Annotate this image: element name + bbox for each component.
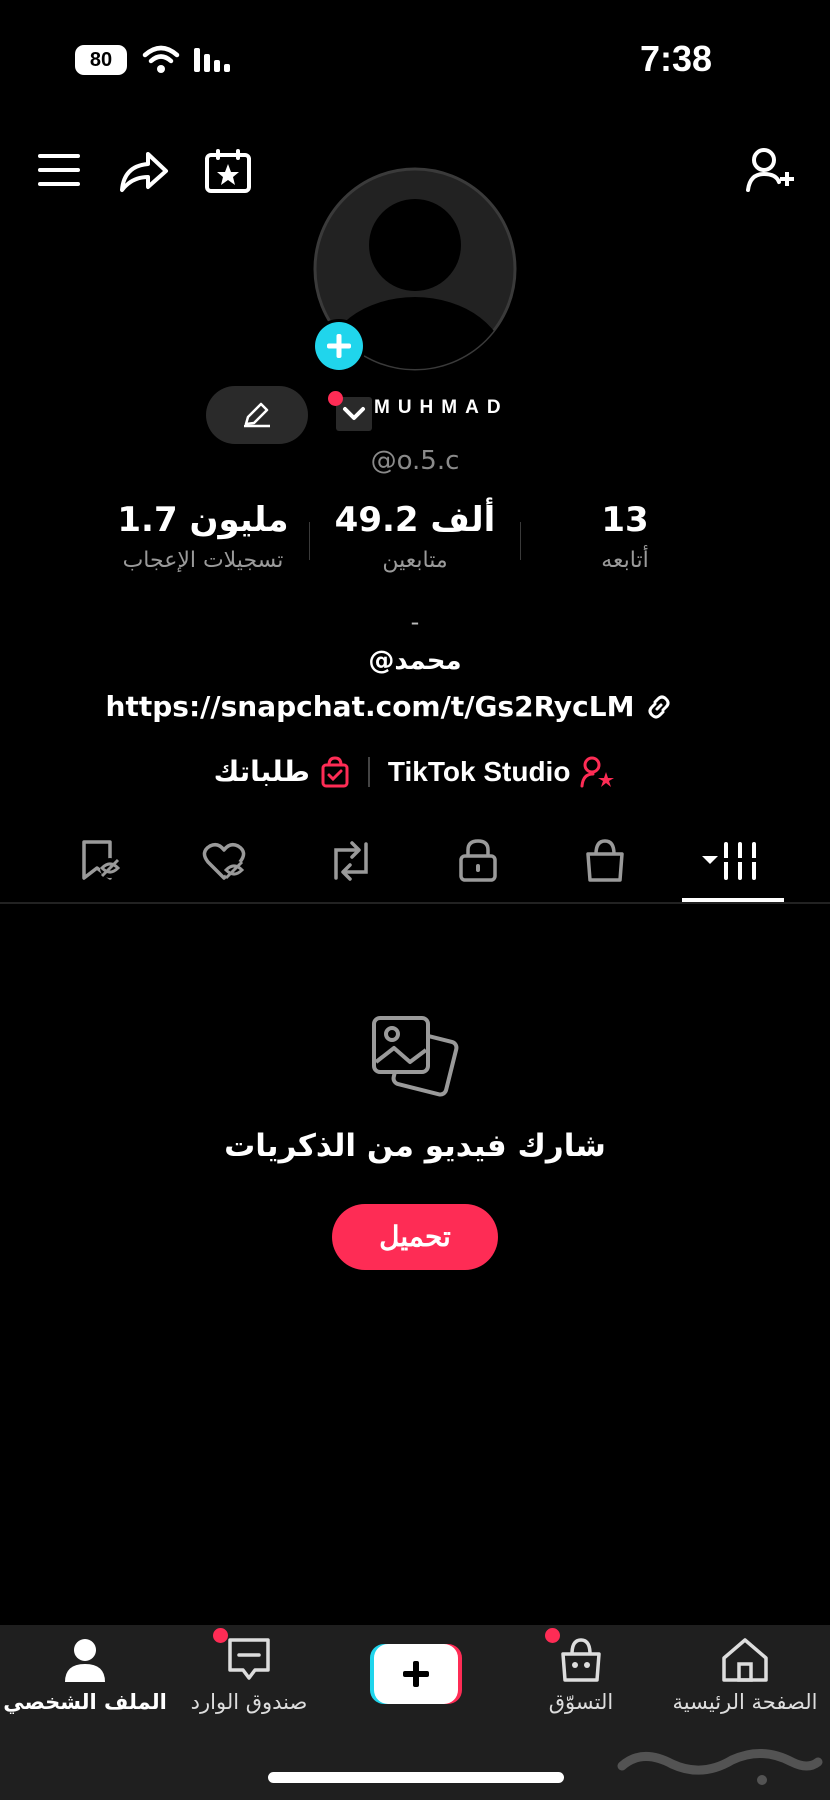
bio-link-text[interactable]: https://snapchat.com/t/Gs2RycLM bbox=[106, 690, 635, 723]
tab-private[interactable] bbox=[458, 838, 498, 882]
watermark-logo bbox=[612, 1738, 826, 1788]
shop-notification-dot bbox=[545, 1628, 560, 1643]
stat-following-label: أتابعه bbox=[601, 548, 649, 573]
photos-icon bbox=[370, 1014, 462, 1106]
wifi-icon bbox=[142, 44, 180, 74]
link-icon bbox=[644, 692, 674, 722]
lock-icon bbox=[459, 839, 497, 882]
edit-profile-button[interactable] bbox=[206, 386, 308, 444]
bio-line: - bbox=[410, 608, 420, 636]
home-indicator bbox=[268, 1772, 564, 1783]
upload-button[interactable]: تحميل bbox=[332, 1204, 498, 1270]
bio-link[interactable]: https://snapchat.com/t/Gs2RycLM bbox=[100, 690, 680, 723]
stat-followers[interactable]: 49.2 ألف متابعين bbox=[305, 500, 525, 573]
nav-inbox[interactable]: صندوق الوارد bbox=[164, 1636, 334, 1714]
tab-liked-hidden[interactable] bbox=[202, 842, 248, 882]
create-button[interactable] bbox=[370, 1644, 462, 1704]
home-icon bbox=[722, 1638, 768, 1682]
profile-icon bbox=[65, 1639, 105, 1682]
nav-home[interactable]: الصفحة الرئيسية bbox=[660, 1636, 830, 1714]
status-time: 7:38 bbox=[640, 38, 713, 79]
nav-shop-label: التسوّق bbox=[548, 1690, 614, 1714]
add-user-icon[interactable] bbox=[746, 146, 796, 194]
creator-star-icon bbox=[580, 756, 616, 788]
shop-icon bbox=[561, 1638, 601, 1682]
favorites-hidden-icon bbox=[82, 840, 121, 880]
studio-shortcut[interactable]: TikTok Studio bbox=[388, 756, 617, 788]
stat-following[interactable]: 13 أتابعه bbox=[515, 500, 735, 573]
pencil-icon bbox=[242, 402, 272, 428]
stat-likes[interactable]: 1.7 مليون تسجيلات الإعجاب bbox=[93, 500, 313, 573]
plus-icon bbox=[370, 1644, 462, 1704]
stat-followers-label: متابعين bbox=[382, 548, 448, 573]
tabs-divider bbox=[0, 902, 830, 904]
add-photo-button[interactable] bbox=[311, 318, 367, 374]
tab-shop[interactable] bbox=[584, 838, 626, 882]
bio-name: @محمد bbox=[368, 646, 462, 676]
studio-label: TikTok Studio bbox=[387, 755, 571, 787]
nav-profile[interactable]: الملف الشخصي bbox=[0, 1636, 170, 1714]
tab-reposts[interactable] bbox=[328, 840, 374, 882]
stat-likes-value: 1.7 مليون bbox=[117, 500, 289, 540]
stat-followers-value: 49.2 ألف bbox=[334, 500, 496, 540]
repost-icon bbox=[334, 841, 368, 881]
menu-icon[interactable] bbox=[38, 152, 82, 188]
inbox-notification-dot bbox=[213, 1628, 228, 1643]
active-tab-indicator bbox=[682, 898, 784, 902]
stat-likes-label: تسجيلات الإعجاب bbox=[122, 548, 284, 573]
profile-username: MUHMAD bbox=[374, 397, 509, 418]
share-icon[interactable] bbox=[118, 148, 170, 194]
videos-grid-icon bbox=[702, 842, 758, 880]
profile-handle[interactable]: @o.5.c bbox=[300, 446, 530, 476]
orders-shortcut[interactable]: طلباتك bbox=[214, 755, 350, 788]
inbox-icon bbox=[228, 1638, 270, 1680]
empty-state-title: شارك فيديو من الذكريات bbox=[224, 1128, 606, 1164]
calendar-star-icon[interactable] bbox=[204, 148, 252, 194]
cellular-signal-icon bbox=[192, 44, 236, 74]
battery-indicator: 80 bbox=[75, 45, 127, 75]
nav-profile-label: الملف الشخصي bbox=[3, 1690, 167, 1714]
bag-icon bbox=[320, 755, 350, 788]
nav-shop[interactable]: التسوّق bbox=[496, 1636, 666, 1714]
stat-following-value: 13 bbox=[601, 500, 649, 540]
nav-home-label: الصفحة الرئيسية bbox=[672, 1690, 818, 1714]
nav-inbox-label: صندوق الوارد bbox=[190, 1690, 308, 1714]
tab-favorites-hidden[interactable] bbox=[80, 840, 124, 882]
shortcut-divider bbox=[367, 756, 370, 787]
liked-hidden-icon bbox=[202, 842, 246, 880]
tab-videos[interactable] bbox=[700, 840, 766, 882]
orders-label: طلباتك bbox=[213, 755, 310, 788]
notification-dot bbox=[328, 391, 343, 406]
shop-bag-icon bbox=[586, 839, 624, 882]
shortcuts-row: طلباتك TikTok Studio bbox=[150, 755, 680, 788]
